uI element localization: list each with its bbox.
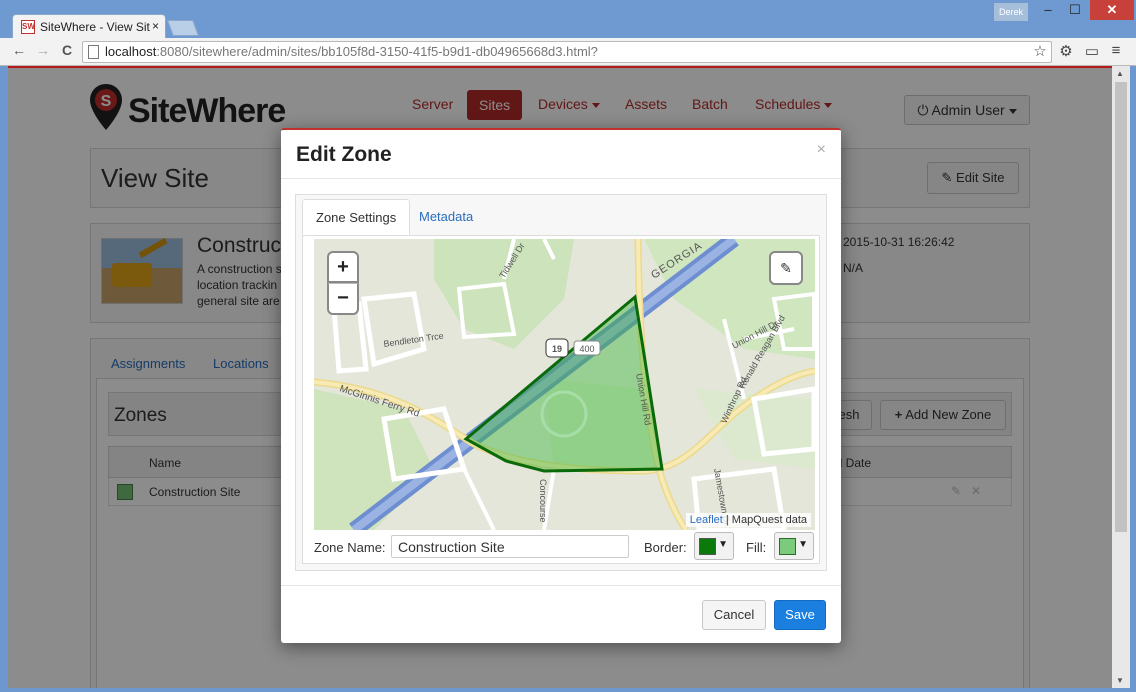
map-tiles: 19 400 Tidwell Dr Bendleton Trce GEORGIA… bbox=[314, 239, 815, 530]
tab-close-icon[interactable]: × bbox=[152, 19, 159, 33]
edit-zone-dialog: Edit Zone × Zone Settings Metadata 19 40… bbox=[281, 128, 841, 643]
map-attribution: Leaflet | MapQuest data bbox=[685, 513, 811, 527]
border-color-swatch bbox=[699, 538, 716, 555]
zoom-out-button[interactable]: − bbox=[327, 283, 359, 315]
draw-edit-icon[interactable]: ✎ bbox=[769, 251, 803, 285]
cancel-button[interactable]: Cancel bbox=[702, 600, 766, 630]
zone-name-label: Zone Name: bbox=[314, 540, 386, 555]
profile-badge[interactable]: Derek bbox=[994, 3, 1028, 21]
tab-strip: SW SiteWhere - View Sit × Derek – ☐ ✕ bbox=[0, 0, 1136, 38]
tab-zone-settings[interactable]: Zone Settings bbox=[302, 199, 411, 235]
divider bbox=[281, 585, 841, 586]
fill-color-picker[interactable]: ▼ bbox=[774, 532, 814, 560]
page-scrollbar[interactable]: ▲ ▼ bbox=[1112, 66, 1130, 688]
maximize-button[interactable]: ☐ bbox=[1062, 0, 1088, 20]
dropdown-arrow-icon: ▼ bbox=[798, 539, 808, 550]
zone-name-input[interactable] bbox=[391, 535, 629, 558]
window-close-button[interactable]: ✕ bbox=[1090, 0, 1134, 20]
tab-metadata[interactable]: Metadata bbox=[406, 199, 486, 235]
browser-tab-title: SiteWhere - View Sit bbox=[40, 20, 150, 34]
scrollbar-thumb[interactable] bbox=[1115, 82, 1127, 532]
reload-icon[interactable]: C bbox=[58, 42, 76, 58]
fill-label: Fill: bbox=[746, 540, 767, 555]
dropdown-arrow-icon: ▼ bbox=[718, 539, 728, 550]
dialog-title: Edit Zone bbox=[296, 143, 392, 166]
minimize-button[interactable]: – bbox=[1034, 0, 1062, 20]
forward-arrow-icon[interactable]: → bbox=[34, 42, 52, 58]
address-bar[interactable]: localhost:8080/sitewhere/admin/sites/bb1… bbox=[82, 41, 1052, 63]
zoom-in-button[interactable]: + bbox=[327, 251, 359, 283]
url-host: localhost bbox=[105, 44, 157, 59]
save-button[interactable]: Save bbox=[774, 600, 826, 630]
url-path: :8080/sitewhere/admin/sites/bb105f8d-315… bbox=[156, 44, 598, 59]
map-label: Concourse bbox=[538, 479, 548, 523]
border-label: Border: bbox=[644, 540, 687, 555]
border-color-picker[interactable]: ▼ bbox=[694, 532, 734, 560]
browser-window: SW SiteWhere - View Sit × Derek – ☐ ✕ ← … bbox=[0, 0, 1136, 692]
extension-gear-icon[interactable]: ⚙ bbox=[1057, 42, 1075, 60]
zone-map[interactable]: 19 400 Tidwell Dr Bendleton Trce GEORGIA… bbox=[314, 239, 815, 530]
fill-color-swatch bbox=[779, 538, 796, 555]
browser-toolbar: ← → C localhost:8080/sitewhere/admin/sit… bbox=[0, 38, 1136, 66]
chrome-menu-icon[interactable]: ≡ bbox=[1107, 42, 1125, 59]
cast-icon[interactable]: ▭ bbox=[1083, 42, 1101, 60]
leaflet-link[interactable]: Leaflet bbox=[690, 514, 723, 526]
attribution-text: | MapQuest data bbox=[722, 514, 807, 526]
close-icon[interactable]: × bbox=[817, 141, 826, 159]
map-label: 19 bbox=[552, 344, 562, 354]
new-tab-button[interactable] bbox=[167, 20, 199, 36]
map-label: 400 bbox=[579, 344, 594, 354]
divider bbox=[281, 178, 841, 179]
page-icon bbox=[88, 45, 99, 59]
sitewhere-favicon-icon: SW bbox=[21, 20, 35, 34]
bookmark-star-icon[interactable]: ☆ bbox=[1031, 42, 1049, 60]
back-arrow-icon[interactable]: ← bbox=[10, 42, 28, 58]
browser-tab[interactable]: SW SiteWhere - View Sit × bbox=[12, 14, 166, 38]
